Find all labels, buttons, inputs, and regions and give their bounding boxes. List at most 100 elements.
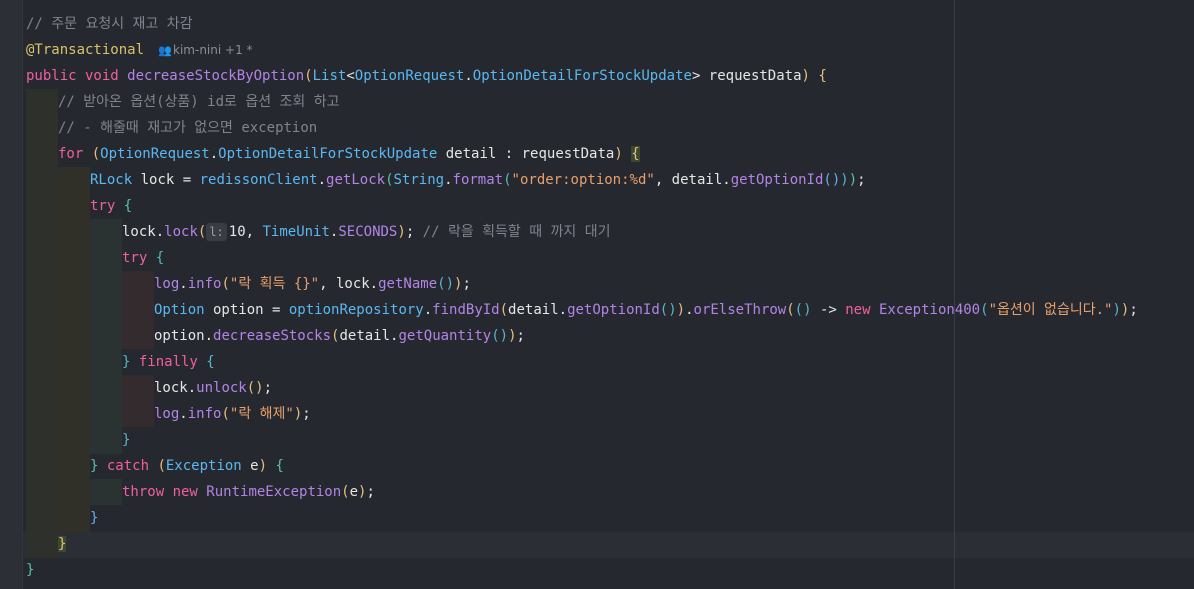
code-token: ): [258, 458, 268, 474]
code-token: OptionRequest: [354, 68, 465, 84]
code-token: (: [221, 276, 230, 292]
code-token: }: [122, 354, 139, 370]
code-line[interactable]: try {: [122, 245, 164, 271]
code-token: lock.: [154, 380, 197, 396]
code-token: detail.: [508, 302, 568, 318]
code-line[interactable]: } catch (Exception e) {: [90, 453, 284, 479]
code-line[interactable]: public void decreaseStockByOption(List<O…: [26, 63, 827, 89]
code-token: e: [349, 484, 359, 500]
code-token: Option: [154, 302, 205, 318]
code-line[interactable]: lock.unlock();: [154, 375, 272, 401]
code-token: e: [241, 458, 259, 474]
code-token: OptionDetailForStockUpdate: [472, 68, 692, 84]
code-line[interactable]: @Transactional 👥kim-nini +1 *: [26, 37, 253, 63]
code-line[interactable]: option.decreaseStocks(detail.getQuantity…: [154, 323, 525, 349]
code-token: format: [452, 172, 504, 188]
code-token: ): [840, 172, 849, 188]
code-line[interactable]: // 받아온 옵션(상품) id로 옵션 조회 하고: [58, 89, 339, 115]
code-line[interactable]: }: [26, 557, 34, 583]
code-token: (: [157, 458, 166, 474]
code-token: finally: [138, 354, 207, 370]
code-token: "락 획득 {}": [229, 276, 320, 292]
code-line[interactable]: RLock lock = redissonClient.getLock(Stri…: [90, 167, 866, 193]
indent-guide: [90, 479, 122, 505]
code-token: Exception: [165, 458, 242, 474]
code-token: ;: [462, 276, 471, 292]
code-line[interactable]: }: [122, 427, 130, 453]
code-token: new: [845, 302, 879, 318]
code-token: // 받아온 옵션(상품) id로 옵션 조회 하고: [58, 94, 340, 110]
code-token: , lock.: [319, 276, 379, 292]
code-line[interactable]: log.info("락 해제");: [154, 401, 311, 427]
code-token: {: [818, 68, 827, 84]
code-token: ;: [263, 380, 273, 396]
code-line[interactable]: for (OptionRequest.OptionDetailForStockU…: [58, 141, 640, 167]
code-token: // - 해줄때 재고가 없으면 exception: [58, 120, 318, 136]
indent-guide: [122, 271, 154, 349]
code-token: ): [801, 68, 810, 84]
code-line[interactable]: log.info("락 획득 {}", lock.getName());: [154, 271, 471, 297]
code-token: (: [341, 484, 350, 500]
code-token: (): [659, 302, 677, 318]
code-token: {: [631, 146, 640, 162]
code-token: getOptionId: [730, 172, 824, 188]
code-token: detail : requestData: [437, 146, 615, 162]
code-line[interactable]: } finally {: [122, 349, 215, 375]
code-token: ;: [1129, 302, 1138, 318]
code-token: (: [304, 68, 313, 84]
code-line[interactable]: lock.lock(l: 10, TimeUnit.SECONDS); // 락을…: [122, 219, 610, 245]
code-line[interactable]: try {: [90, 193, 132, 219]
code-token: "order:option:%d": [511, 172, 655, 188]
indent-guide: [26, 89, 58, 558]
code-token: RuntimeException: [206, 484, 342, 500]
code-token: ): [397, 224, 406, 240]
code-token: .: [464, 68, 473, 84]
code-token: }: [26, 562, 35, 578]
code-token: // 주문 요청시 재고 차감: [26, 16, 193, 32]
code-token: .: [423, 302, 433, 318]
author-inlay-hint[interactable]: kim-nini +1 *: [173, 43, 253, 57]
code-token: decreaseStocks: [213, 328, 332, 344]
code-token: RLock: [90, 172, 133, 188]
code-token: ): [508, 328, 517, 344]
code-token: {: [275, 458, 284, 474]
code-token: (: [786, 302, 795, 318]
code-token: (: [980, 302, 989, 318]
code-token: catch: [106, 458, 158, 474]
code-token: ->: [811, 302, 846, 318]
code-editor[interactable]: // 주문 요청시 재고 차감 @Transactional 👥kim-nini +…: [0, 0, 1194, 589]
code-token: <: [346, 68, 355, 84]
code-token: // 락을 획득할 때 까지 대기: [422, 224, 611, 240]
code-line[interactable]: // 주문 요청시 재고 차감: [26, 11, 193, 37]
code-token: ): [293, 406, 303, 422]
code-token: TimeUnit: [262, 224, 330, 240]
code-token: .: [209, 146, 219, 162]
code-token: redissonClient: [199, 172, 318, 188]
code-line[interactable]: Option option = optionRepository.findByI…: [154, 297, 1138, 323]
code-line[interactable]: }: [90, 505, 98, 531]
code-token: info: [187, 276, 222, 292]
code-token: }: [58, 536, 67, 552]
code-token: (: [385, 172, 394, 188]
code-token: > requestData: [691, 68, 802, 84]
code-token: for: [58, 146, 92, 162]
code-line[interactable]: // - 해줄때 재고가 없으면 exception: [58, 115, 317, 141]
code-token: ;: [516, 328, 525, 344]
code-token: .: [685, 302, 694, 318]
indent-guide: [90, 219, 122, 454]
code-token: getLock: [326, 172, 386, 188]
indent-guide: [122, 375, 154, 427]
code-token: }: [90, 510, 99, 526]
code-token: SECONDS: [338, 224, 398, 240]
code-line[interactable]: }: [58, 531, 67, 557]
code-token: try: [90, 198, 124, 214]
code-token: Exception400: [878, 302, 981, 318]
code-line[interactable]: throw new RuntimeException(e);: [122, 479, 375, 505]
code-token: (): [794, 302, 812, 318]
code-token: info: [187, 406, 222, 422]
code-token: getName: [378, 276, 438, 292]
editor-gutter: [0, 0, 23, 589]
code-token: OptionDetailForStockUpdate: [218, 146, 438, 162]
code-token: ): [614, 146, 623, 162]
